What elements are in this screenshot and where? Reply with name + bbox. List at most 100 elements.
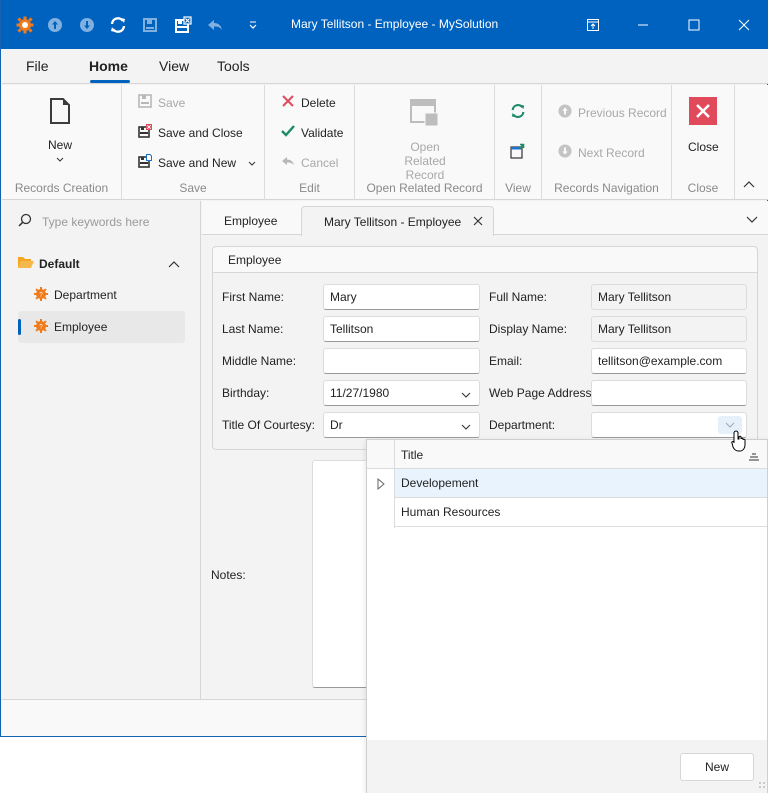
collapse-ribbon-icon[interactable]	[743, 177, 755, 191]
refresh-button[interactable]	[510, 103, 526, 122]
minimize-button[interactable]	[632, 14, 654, 36]
department-lookup-popup: Title Developement Human Resources New	[366, 439, 768, 793]
tab-employee-list[interactable]: Employee	[202, 206, 299, 236]
open-related-record-button[interactable]: Open Related Record	[375, 99, 475, 182]
hand-cursor-icon	[731, 430, 749, 455]
previous-record-button[interactable]: Previous Record	[558, 104, 667, 121]
close-icon	[689, 97, 717, 125]
email-field[interactable]: tellitson@example.com	[591, 348, 747, 374]
navigation-sidebar: Type keywords here Default ? Department …	[2, 201, 201, 699]
ribbon-group-open-related-record: Open Related Record Open Related Record	[355, 85, 495, 200]
row-indicator-column	[367, 440, 395, 528]
tab-home[interactable]: Home	[89, 58, 128, 74]
save-and-new-button[interactable]: Save and New	[138, 154, 256, 171]
birthday-field[interactable]: 11/27/1980	[323, 380, 480, 406]
save-icon	[138, 94, 152, 111]
save-and-close-button[interactable]: Save and Close	[138, 124, 243, 141]
popup-new-button[interactable]: New	[680, 753, 754, 781]
sidebar-item-employee[interactable]: ? Employee	[18, 311, 185, 343]
tab-tools[interactable]: Tools	[217, 58, 250, 74]
save-button[interactable]: Save	[138, 94, 185, 111]
validate-button[interactable]: Validate	[281, 124, 343, 141]
folder-open-icon	[18, 255, 34, 272]
app-logo-icon	[16, 16, 34, 34]
save-and-close-icon	[138, 124, 152, 141]
last-name-field[interactable]: Tellitson	[323, 316, 480, 342]
chevron-down-icon[interactable]	[461, 388, 471, 402]
row-indicator-icon	[377, 477, 385, 493]
maximize-button[interactable]	[683, 14, 705, 36]
chevron-down-icon[interactable]	[461, 420, 471, 434]
notes-field[interactable]	[312, 460, 372, 688]
new-button-label: New	[47, 138, 72, 152]
close-window-button[interactable]	[733, 14, 755, 36]
customize-toolbar-icon[interactable]	[244, 16, 262, 34]
restore-ribbon-icon[interactable]	[582, 14, 604, 36]
web-page-address-label: Web Page Address:	[489, 386, 595, 400]
search-icon	[18, 213, 32, 230]
group-label: Records Creation	[14, 181, 109, 195]
navigation-search[interactable]: Type keywords here	[18, 213, 149, 230]
show-in-popup-button[interactable]	[510, 143, 526, 162]
refresh-icon	[510, 103, 526, 122]
nav-group-default[interactable]: Default	[18, 255, 186, 272]
group-label: Save	[179, 181, 207, 195]
display-name-field: Mary Tellitson	[591, 316, 747, 342]
chevron-down-icon[interactable]	[248, 156, 256, 170]
resize-grip-icon[interactable]	[759, 777, 765, 791]
last-name-label: Last Name:	[222, 322, 284, 336]
full-name-field: Mary Tellitson	[591, 284, 747, 310]
refresh-icon[interactable]	[109, 16, 127, 34]
new-button[interactable]: New	[40, 97, 80, 166]
first-name-field[interactable]: Mary	[323, 284, 480, 310]
sort-icon[interactable]	[749, 450, 759, 464]
title-of-courtesy-label: Title Of Courtesy:	[222, 418, 315, 432]
middle-name-label: Middle Name:	[222, 354, 297, 368]
grid-row[interactable]: Developement	[395, 469, 767, 498]
group-label: Edit	[299, 181, 320, 195]
delete-button[interactable]: Delete	[281, 94, 336, 111]
checkmark-icon	[281, 124, 295, 141]
tab-file[interactable]: File	[26, 58, 49, 74]
middle-name-field[interactable]	[323, 348, 480, 374]
group-label: Close	[687, 181, 719, 195]
search-input[interactable]: Type keywords here	[42, 215, 149, 229]
grid-row[interactable]: Human Resources	[395, 498, 767, 527]
cancel-button[interactable]: Cancel	[281, 154, 338, 171]
selection-indicator	[18, 319, 21, 335]
title-bar: Mary Tellitson - Employee - MySolution	[1, 0, 768, 49]
sidebar-item-department[interactable]: ? Department	[18, 279, 185, 311]
next-record-button[interactable]: Next Record	[558, 144, 645, 161]
tab-view[interactable]: View	[159, 58, 189, 74]
save-and-new-icon	[138, 154, 152, 171]
business-object-icon: ?	[34, 318, 48, 336]
ribbon-group-edit: Delete Validate Cancel Edit	[265, 85, 355, 200]
birthday-label: Birthday:	[222, 386, 270, 400]
undo-icon	[281, 154, 295, 171]
arrow-down-circle-icon	[558, 144, 572, 161]
tabs-dropdown-icon[interactable]	[746, 213, 758, 227]
close-tab-icon[interactable]	[473, 215, 483, 229]
tab-mary-tellitson-employee[interactable]: Mary Tellitson - Employee	[301, 206, 495, 236]
cancel-icon[interactable]	[206, 16, 224, 34]
title-of-courtesy-field[interactable]: Dr	[323, 412, 480, 438]
group-label: Open Related Record	[366, 181, 483, 195]
ribbon-tabs: File Home View Tools	[2, 49, 768, 84]
close-button[interactable]: Close	[688, 97, 719, 154]
ribbon: New Records Creation Save Save and Close…	[2, 85, 768, 200]
web-page-address-field[interactable]	[591, 380, 747, 406]
column-header-title[interactable]: Title	[401, 448, 423, 462]
popup-footer: New	[367, 740, 767, 793]
grid-header: Title	[367, 440, 767, 469]
arrow-up-circle-icon	[558, 104, 572, 121]
department-field[interactable]	[591, 412, 747, 438]
next-record-icon[interactable]	[78, 16, 96, 34]
save-and-close-icon[interactable]	[174, 16, 192, 34]
previous-record-icon[interactable]	[46, 16, 64, 34]
ribbon-group-close: Close Close	[672, 85, 735, 200]
active-tab-indicator	[90, 80, 130, 83]
notes-label: Notes:	[211, 568, 246, 582]
save-icon[interactable]	[141, 16, 159, 34]
chevron-up-icon[interactable]	[168, 257, 180, 271]
display-name-label: Display Name:	[489, 322, 568, 336]
